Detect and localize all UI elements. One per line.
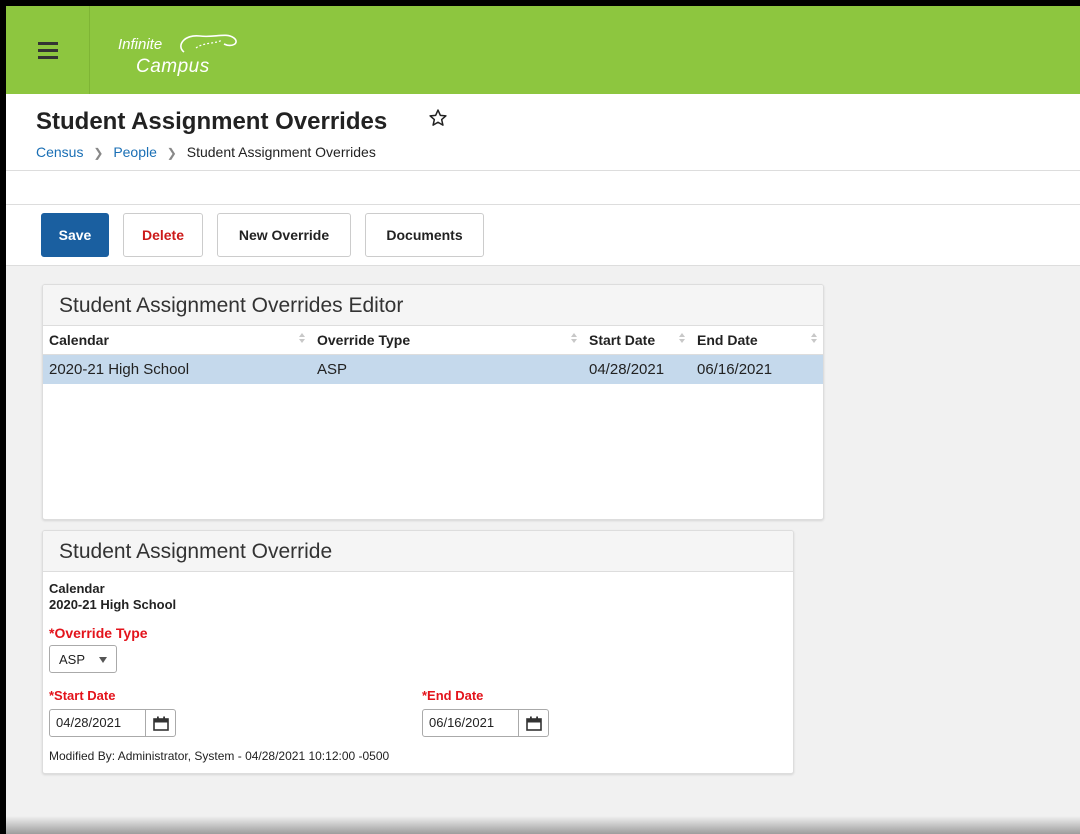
column-header-end-date[interactable]: End Date	[691, 326, 823, 354]
logo-line-1: Infinite	[118, 36, 163, 53]
end-date-input[interactable]: 06/16/2021	[423, 710, 519, 736]
cell-start-date: 04/28/2021	[589, 361, 665, 378]
start-date-label: *Start Date	[49, 688, 116, 703]
column-header-override-type[interactable]: Override Type	[311, 326, 583, 354]
calendar-icon[interactable]	[146, 710, 175, 736]
modified-by-text: Modified By: Administrator, System - 04/…	[49, 749, 390, 763]
column-header-calendar[interactable]: Calendar	[43, 326, 311, 354]
sort-icon	[571, 333, 577, 343]
page-header: Student Assignment Overrides Census ❯ Pe…	[6, 94, 1080, 171]
start-date-field[interactable]: 04/28/2021	[49, 709, 176, 737]
overrides-editor-panel: Student Assignment Overrides Editor Cale…	[42, 284, 824, 520]
breadcrumb-current: Student Assignment Overrides	[186, 144, 376, 160]
cell-calendar: 2020-21 High School	[49, 361, 190, 378]
logo-swoosh-icon	[180, 34, 237, 53]
detail-panel-title: Student Assignment Override	[43, 531, 793, 572]
override-type-select[interactable]: ASP	[49, 645, 117, 673]
hamburger-menu-icon[interactable]	[6, 6, 90, 94]
chevron-right-icon: ❯	[166, 146, 177, 160]
cell-end-date: 06/16/2021	[697, 361, 773, 378]
documents-button[interactable]: Documents	[365, 213, 484, 257]
action-toolbar: Save Delete New Override Documents	[6, 205, 1080, 266]
new-override-button[interactable]: New Override	[217, 213, 351, 257]
end-date-label: *End Date	[422, 688, 484, 703]
override-type-selected: ASP	[59, 651, 86, 667]
infinite-campus-logo[interactable]: Infinite Campus	[114, 26, 264, 77]
top-navigation-bar: Infinite Campus	[6, 6, 1080, 94]
sort-icon	[811, 333, 817, 343]
header-spacer	[6, 171, 1080, 205]
app-window: Infinite Campus Student Assignment Overr…	[0, 0, 1080, 834]
cell-override-type: ASP	[317, 361, 348, 378]
page-title: Student Assignment Overrides	[36, 108, 388, 135]
table-row[interactable]: 2020-21 High School ASP 04/28/2021 06/16…	[43, 355, 823, 384]
logo-line-2: Campus	[136, 56, 210, 77]
table-header: Calendar Override Type Start Date End Da…	[43, 326, 823, 355]
column-header-start-date[interactable]: Start Date	[583, 326, 691, 354]
delete-button[interactable]: Delete	[123, 213, 203, 257]
breadcrumb-people[interactable]: People	[113, 144, 157, 160]
start-date-input[interactable]: 04/28/2021	[50, 710, 146, 736]
override-type-label: *Override Type	[49, 625, 148, 641]
end-date-field[interactable]: 06/16/2021	[422, 709, 549, 737]
sort-icon	[679, 333, 685, 343]
chevron-down-icon	[99, 657, 107, 663]
star-outline-icon[interactable]	[428, 108, 448, 133]
breadcrumb-census[interactable]: Census	[36, 144, 83, 160]
chevron-right-icon: ❯	[93, 146, 104, 160]
calendar-icon[interactable]	[519, 710, 548, 736]
calendar-label: Calendar	[49, 581, 105, 596]
sort-icon	[299, 333, 305, 343]
calendar-value: 2020-21 High School	[49, 597, 177, 612]
editor-panel-title: Student Assignment Overrides Editor	[43, 285, 823, 326]
override-detail-panel: Student Assignment Override Calendar 202…	[42, 530, 794, 774]
breadcrumb: Census ❯ People ❯ Student Assignment Ove…	[36, 144, 376, 160]
save-button[interactable]: Save	[41, 213, 109, 257]
